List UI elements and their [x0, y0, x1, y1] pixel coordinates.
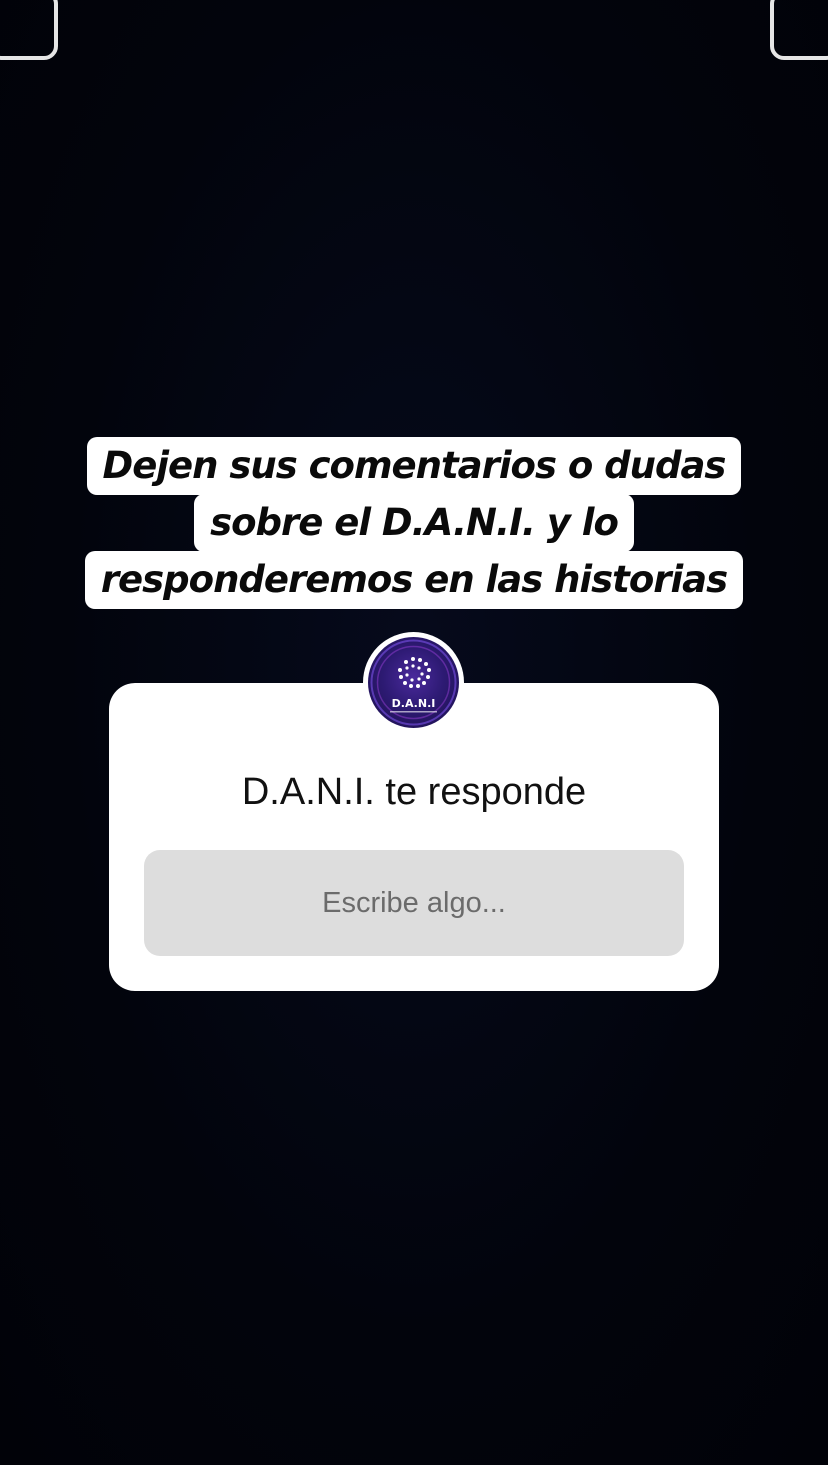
caption-line-2: sobre el D.A.N.I. y lo: [194, 494, 634, 552]
caption-line-1: Dejen sus comentarios o dudas: [86, 437, 742, 495]
dani-logo-icon: D.A.N.I: [368, 637, 459, 728]
frame-corner-right-icon: [770, 0, 828, 60]
story-caption: Dejen sus comentarios o dudas sobre el D…: [0, 437, 828, 609]
avatar-logo-text: D.A.N.I: [392, 697, 436, 710]
answer-input[interactable]: Escribe algo...: [144, 850, 684, 956]
sticker-avatar: D.A.N.I: [363, 632, 464, 733]
frame-corner-left-icon: [0, 0, 58, 60]
caption-line-3: responderemos en las historias: [84, 551, 744, 609]
question-title: D.A.N.I. te responde: [241, 771, 587, 813]
